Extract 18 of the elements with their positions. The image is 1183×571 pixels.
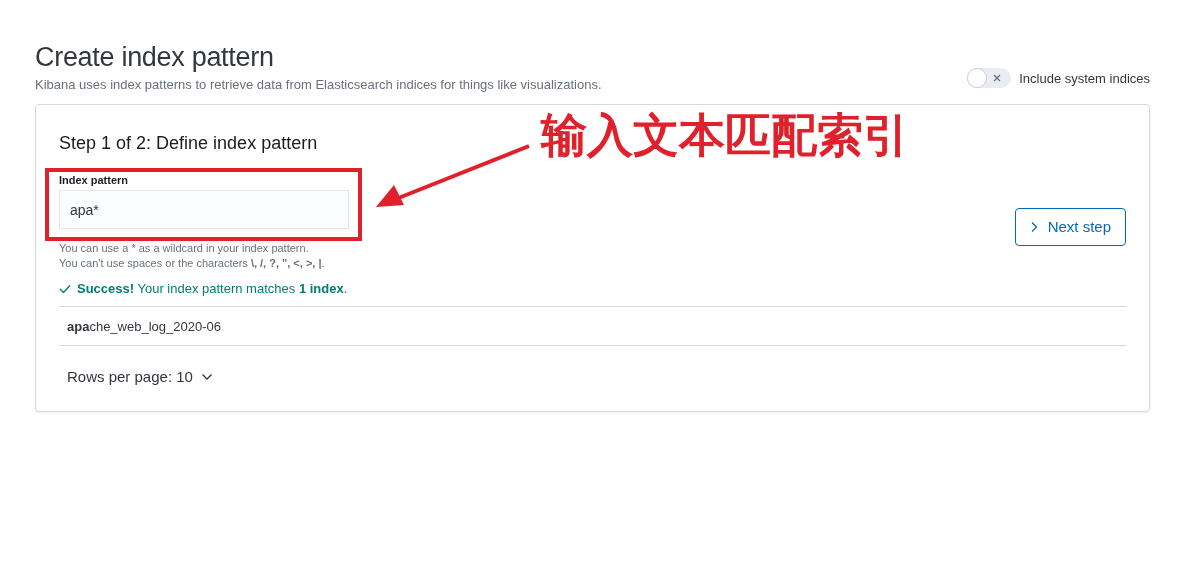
next-step-button[interactable]: Next step xyxy=(1014,207,1126,246)
help-text: You can use a * as a wildcard in your index pattern. xyxy=(59,241,310,256)
chevron-right-icon xyxy=(1029,220,1038,233)
toggle-label: Include system indices xyxy=(1019,70,1150,86)
step-title: Step 1 of 2: Define index pattern xyxy=(59,133,318,154)
page-title: Create index pattern xyxy=(35,42,275,73)
index-name: apache_web_log_2020-06 xyxy=(67,319,221,334)
success-message: Success! Your index pattern matches 1 index. xyxy=(77,281,348,296)
check-icon xyxy=(59,283,71,294)
annotation-text: 输入文本匹配索引 xyxy=(541,107,909,164)
cross-icon xyxy=(992,73,1003,83)
rows-per-page-button[interactable]: Rows per page: 10 xyxy=(65,366,215,387)
help-text: You can't use spaces or the characters \, /, ?, ", <, >, |. xyxy=(59,256,326,271)
page-description: Kibana uses index patterns to retrieve data from Elasticsearch indices for things like visualizations. xyxy=(35,77,602,92)
field-label: Index pattern xyxy=(59,174,130,186)
chevron-down-icon xyxy=(200,372,213,381)
index-pattern-field[interactable]: apa* xyxy=(59,190,349,229)
system-indices-switch[interactable] xyxy=(967,68,1012,88)
